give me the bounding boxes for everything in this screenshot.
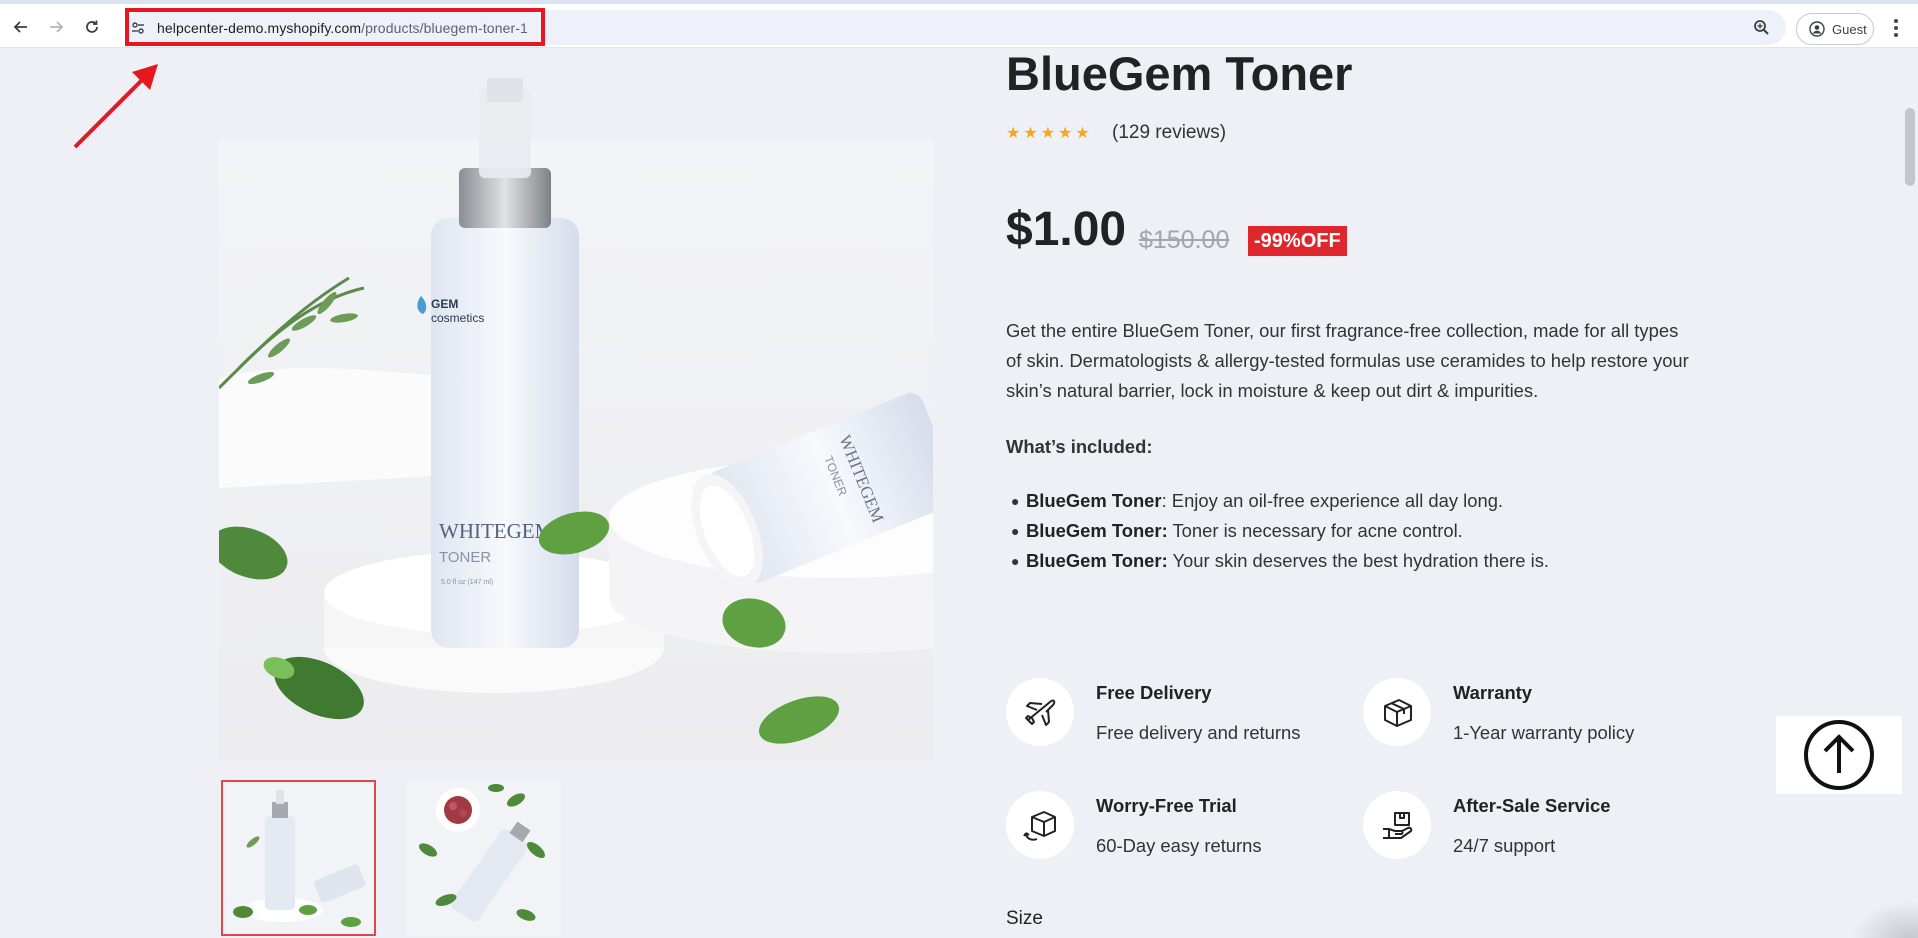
- included-item-name: BlueGem Toner: [1026, 490, 1162, 511]
- included-item-text: : Enjoy an oil-free experience all day l…: [1161, 490, 1504, 511]
- product-main-image[interactable]: WHITEGEM TONER GEM cosmetics WHITEGEM TO…: [219, 48, 933, 760]
- feature-title: Free Delivery: [1096, 682, 1212, 703]
- star-icon: ★: [1040, 125, 1056, 142]
- box-icon: [1363, 678, 1431, 746]
- arrow-up-circle-icon: [1804, 720, 1874, 790]
- included-item-text: Your skin deserves the best hydration th…: [1167, 550, 1550, 571]
- bottle-name: WHITEGEM: [439, 519, 554, 543]
- person-icon: [1809, 21, 1825, 37]
- airplane-icon: [1006, 678, 1074, 746]
- thumbnail-2-image: [406, 780, 561, 936]
- bottle-sub: TONER: [439, 549, 491, 566]
- arrow-left-icon: [13, 21, 27, 33]
- feature-title: Warranty: [1453, 682, 1533, 703]
- included-item-text: Toner is necessary for acne control.: [1167, 520, 1463, 541]
- back-button[interactable]: [7, 13, 35, 41]
- reload-button[interactable]: [78, 13, 106, 41]
- product-description: Get the entire BlueGem Toner, our first …: [1006, 320, 1689, 401]
- annotation-highlight-box: [125, 8, 545, 46]
- included-heading: What’s included:: [1006, 436, 1153, 457]
- reload-icon: [86, 20, 98, 33]
- profile-button[interactable]: Guest: [1796, 13, 1874, 45]
- size-label: Size: [1006, 908, 1043, 929]
- price: $1.00: [1006, 203, 1127, 256]
- feature-subtitle: 60-Day easy returns: [1096, 835, 1262, 856]
- profile-label: Guest: [1832, 21, 1867, 37]
- scroll-to-top-button[interactable]: [1776, 716, 1902, 794]
- star-icon: ★: [1058, 125, 1073, 142]
- feature-title: After-Sale Service: [1453, 795, 1611, 816]
- zoom-icon[interactable]: [1752, 18, 1772, 38]
- star-icon: ★: [1075, 125, 1090, 142]
- forward-button[interactable]: [42, 13, 70, 41]
- reviews-count[interactable]: (129 reviews): [1112, 122, 1226, 144]
- bottle-brand-line2: cosmetics: [431, 311, 484, 325]
- chat-widget-shadow: [1850, 900, 1918, 938]
- page-scrollbar-thumb[interactable]: [1905, 108, 1915, 186]
- list-item: ● BlueGem Toner: Your skin deserves the b…: [1011, 550, 1550, 571]
- included-list: ● BlueGem Toner: Enjoy an oil-free experi…: [1006, 486, 1706, 576]
- rating-stars: ★ ★ ★ ★ ★: [1006, 126, 1090, 142]
- thumbnail-2[interactable]: [406, 780, 561, 936]
- bottle-brand-line1: GEM: [431, 297, 458, 311]
- bottle-volume: 5.0 fl oz (147 ml): [441, 579, 493, 586]
- list-item: ● BlueGem Toner: Enjoy an oil-free experi…: [1011, 490, 1504, 511]
- feature-subtitle: 24/7 support: [1453, 835, 1556, 856]
- arrow-right-icon: [50, 21, 64, 33]
- star-icon: ★: [1023, 125, 1038, 142]
- included-item-name: BlueGem Toner:: [1026, 550, 1168, 571]
- thumbnail-1[interactable]: [221, 780, 376, 936]
- annotation-arrow-icon: [73, 64, 158, 149]
- feature-title: Worry-Free Trial: [1096, 795, 1237, 816]
- product-title: BlueGem Toner: [1006, 47, 1353, 100]
- more-menu-button[interactable]: [1888, 16, 1904, 40]
- compare-price: $150.00: [1139, 226, 1230, 254]
- star-icon: ★: [1006, 125, 1021, 142]
- included-item-name: BlueGem Toner:: [1026, 520, 1168, 541]
- feature-subtitle: 1-Year warranty policy: [1453, 722, 1635, 743]
- thumbnail-1-image: [223, 782, 374, 934]
- return-box-icon: [1006, 791, 1074, 859]
- discount-badge: -99%OFF: [1248, 226, 1347, 256]
- hand-box-icon: [1363, 791, 1431, 859]
- feature-subtitle: Free delivery and returns: [1096, 722, 1301, 743]
- product-photo: WHITEGEM TONER GEM cosmetics WHITEGEM TO…: [219, 48, 933, 760]
- list-item: ● BlueGem Toner: Toner is necessary for a…: [1011, 520, 1463, 541]
